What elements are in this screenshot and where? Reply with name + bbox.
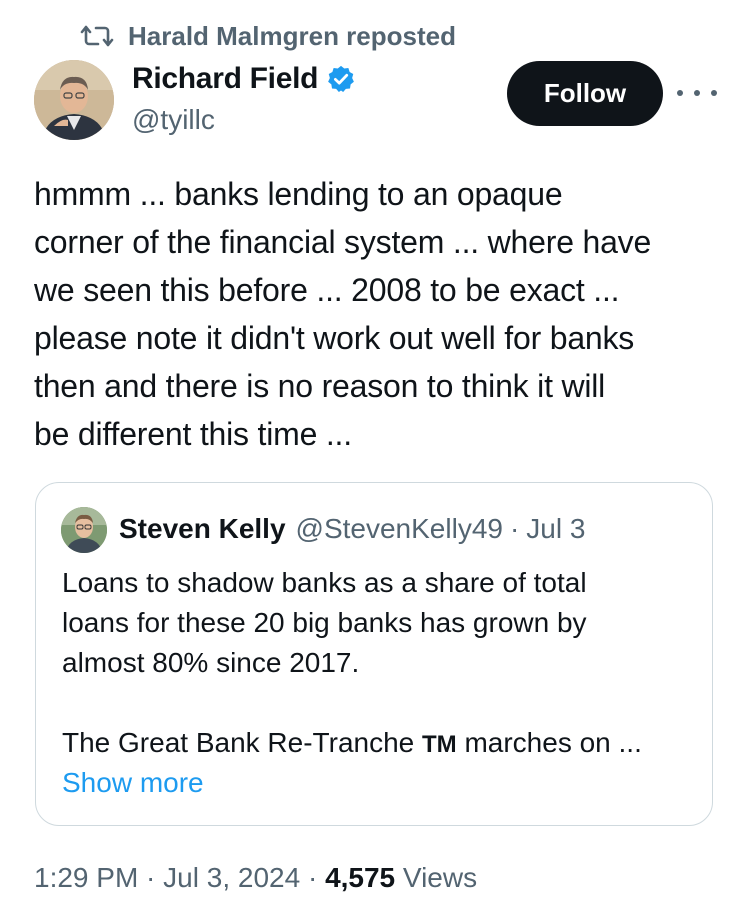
quote-text-continued: The Great Bank Re-Tranche TM marches on …: [62, 723, 702, 765]
tweet-time[interactable]: 1:29 PM: [34, 862, 138, 893]
meta-separator: ·: [300, 862, 326, 893]
quote-text: Loans to shadow banks as a share of tota…: [62, 567, 587, 678]
author-name[interactable]: Richard Field: [132, 62, 318, 96]
repost-icon: [80, 25, 114, 47]
quote-author-name[interactable]: Steven Kelly: [119, 513, 286, 545]
author-avatar[interactable]: [34, 60, 114, 140]
quote-author-handle[interactable]: @StevenKelly49: [296, 513, 503, 545]
meta-separator: ·: [138, 862, 164, 893]
show-more-link[interactable]: Show more: [62, 763, 204, 803]
verified-badge-icon: [328, 65, 355, 92]
follow-button[interactable]: Follow: [507, 61, 663, 126]
quote-text-part: marches on ...: [456, 727, 642, 758]
more-dot: [711, 90, 717, 96]
quote-header[interactable]: Steven Kelly @StevenKelly49 · Jul 3: [119, 513, 585, 545]
quote-text-part: The Great Bank Re-Tranche: [62, 727, 423, 758]
author-handle[interactable]: @tyillc: [132, 104, 215, 136]
more-dot: [694, 90, 700, 96]
author-name-row[interactable]: Richard Field: [132, 62, 356, 96]
tweet-date[interactable]: Jul 3, 2024: [163, 862, 300, 893]
quote-separator: ·: [509, 513, 520, 544]
trademark-symbol: TM: [422, 731, 457, 758]
quote-avatar-image: [61, 507, 107, 553]
repost-text[interactable]: Harald Malmgren reposted: [128, 21, 456, 52]
repost-indicator[interactable]: Harald Malmgren reposted: [80, 18, 456, 54]
tweet-metadata: 1:29 PM · Jul 3, 2024 · 4,575 Views: [34, 862, 477, 894]
tweet-text: hmmm ... banks lending to an opaque corn…: [34, 176, 652, 452]
author-avatar-image: [34, 60, 114, 140]
quote-author-avatar[interactable]: [61, 507, 107, 553]
quote-date[interactable]: Jul 3: [526, 513, 585, 545]
more-dot: [677, 90, 683, 96]
quote-tweet-card[interactable]: Steven Kelly @StevenKelly49 · Jul 3 Loan…: [35, 482, 713, 826]
views-label: Views: [395, 862, 478, 893]
more-icon[interactable]: [677, 78, 717, 108]
views-count[interactable]: 4,575: [325, 862, 395, 893]
